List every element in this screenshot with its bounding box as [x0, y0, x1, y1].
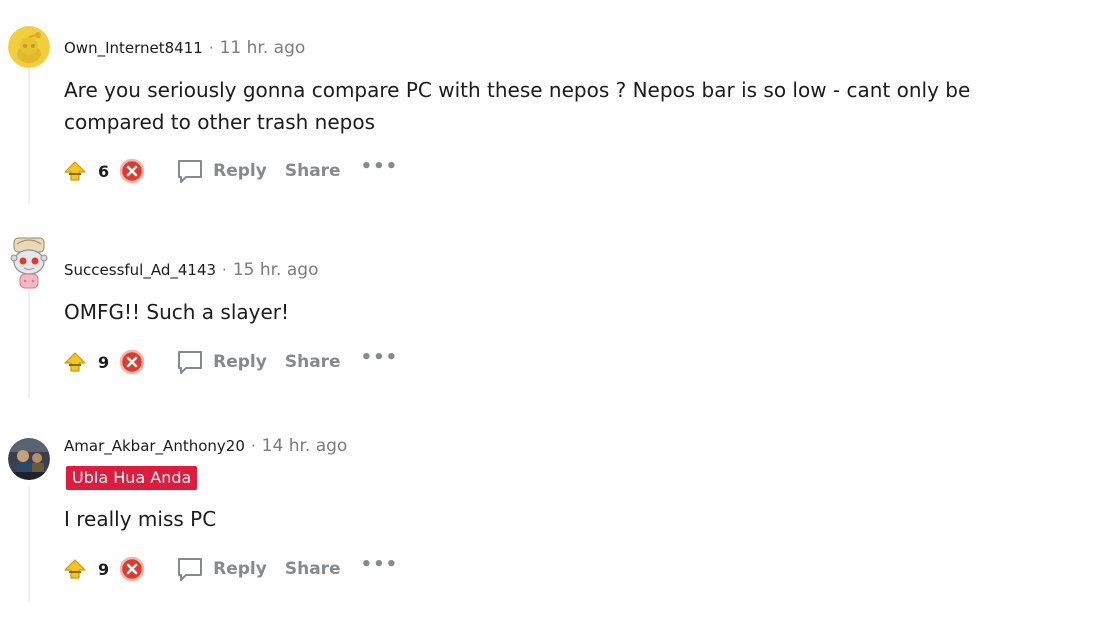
separator-dot: · — [222, 261, 227, 279]
comment-bubble-icon — [178, 558, 203, 581]
separator-dot: · — [250, 437, 256, 455]
downvote-icon — [119, 556, 145, 582]
photo-avatar-icon[interactable] — [8, 438, 50, 480]
thread-line[interactable] — [28, 292, 30, 398]
comment-meta: Successful_Ad_4143 · 15 hr. ago — [64, 260, 318, 280]
comment-body: OMFG!! Such a slayer! — [64, 296, 1024, 328]
comment-line: Are you seriously gonna compare PC with … — [64, 78, 971, 102]
comment-line: OMFG!! Such a slayer! — [64, 300, 290, 324]
timestamp[interactable]: 14 hr. ago — [262, 436, 348, 456]
reply-button[interactable]: Reply — [175, 554, 267, 584]
downvote-button[interactable] — [119, 158, 145, 184]
comment-line: compared to other trash nepos — [64, 110, 375, 134]
author-name[interactable]: Own_Internet8411 — [64, 39, 203, 57]
snoo-gray-avatar-icon[interactable] — [8, 236, 50, 292]
share-button[interactable]: Share — [285, 161, 341, 181]
upvote-icon — [64, 559, 86, 579]
comment-bubble-icon — [178, 160, 203, 183]
share-label: Share — [284, 161, 341, 181]
timestamp[interactable]: 11 hr. ago — [220, 38, 306, 58]
reply-label: Reply — [213, 161, 267, 181]
reply-button[interactable]: Reply — [175, 156, 267, 186]
downvote-icon — [119, 158, 145, 184]
timestamp[interactable]: 15 hr. ago — [233, 260, 319, 280]
user-flair-badge: Ubla Hua Anda — [66, 466, 198, 490]
score: 9 — [98, 352, 110, 372]
share-label: Share — [284, 559, 341, 579]
reply-button[interactable]: Reply — [175, 347, 267, 377]
thread-line[interactable] — [28, 58, 30, 204]
comment-meta: Amar_Akbar_Anthony20 · 14 hr. ago — [64, 436, 347, 456]
share-button[interactable]: Share — [285, 352, 341, 372]
thread-line[interactable] — [28, 486, 30, 602]
share-button[interactable]: Share — [285, 559, 341, 579]
author-name[interactable]: Amar_Akbar_Anthony20 — [64, 437, 245, 455]
reply-label: Reply — [213, 559, 267, 579]
reply-label: Reply — [213, 352, 267, 372]
comment-line: I really miss PC — [64, 507, 217, 531]
comment-meta: Own_Internet8411 · 11 hr. ago — [64, 38, 305, 58]
more-options-button[interactable]: ••• — [361, 349, 399, 371]
author-name[interactable]: Successful_Ad_4143 — [64, 261, 216, 279]
downvote-icon — [119, 349, 145, 375]
score: 9 — [98, 559, 110, 579]
upvote-button[interactable] — [62, 158, 88, 184]
more-options-button[interactable]: ••• — [361, 158, 399, 180]
comment-body: Are you seriously gonna compare PC with … — [64, 74, 1024, 138]
upvote-button[interactable] — [62, 556, 88, 582]
comment-thread: Own_Internet8411 · 11 hr. ago Are you seri… — [0, 0, 1110, 628]
comment-actions: 9 Reply Share ••• — [62, 552, 398, 586]
upvote-button[interactable] — [62, 349, 88, 375]
downvote-button[interactable] — [119, 349, 145, 375]
downvote-button[interactable] — [119, 556, 145, 582]
separator-dot: · — [208, 39, 214, 57]
comment-bubble-icon — [178, 351, 203, 374]
upvote-icon — [64, 352, 86, 372]
comment-actions: 9 Reply Share ••• — [62, 345, 398, 379]
score: 6 — [98, 161, 110, 181]
upvote-icon — [64, 161, 86, 181]
more-options-button[interactable]: ••• — [361, 556, 399, 578]
share-label: Share — [284, 352, 341, 372]
snoo-yellow-avatar-icon[interactable] — [8, 26, 50, 68]
comment-body: I really miss PC — [64, 503, 1024, 535]
comment-actions: 6 Reply Share ••• — [62, 154, 398, 188]
